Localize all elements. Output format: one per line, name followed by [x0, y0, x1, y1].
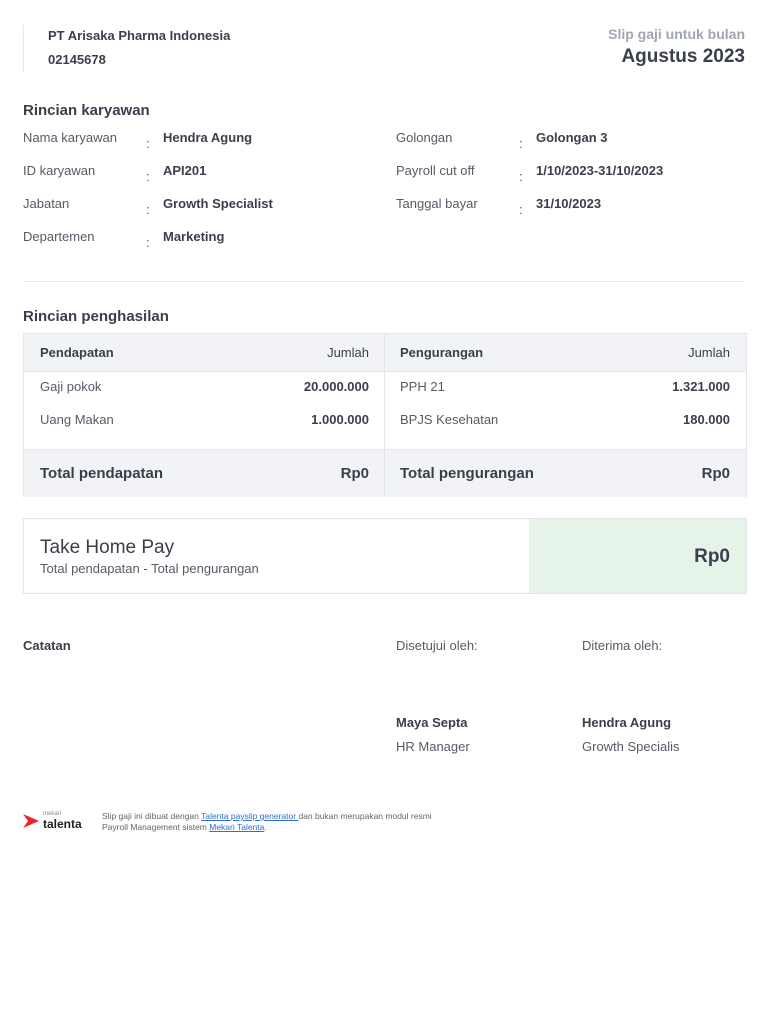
earning-amount: 20.000.000	[303, 379, 369, 394]
income-table: Pendapatan Jumlah Pengurangan Jumlah Gaj…	[23, 333, 747, 497]
field-label: Payroll cut off	[396, 163, 475, 178]
received-label: Diterima oleh:	[582, 638, 663, 653]
colon: :	[146, 136, 150, 151]
field-value: API201	[163, 163, 207, 178]
field-label: ID karyawan	[23, 163, 96, 178]
logo-text: talenta	[43, 817, 82, 831]
field-value: 31/10/2023	[536, 196, 602, 211]
field-value: 1/10/2023-31/10/2023	[536, 163, 664, 178]
employee-title: Rincian karyawan	[23, 102, 150, 119]
field-value: Growth Specialist	[163, 196, 273, 211]
total-earnings: Rp0	[340, 465, 369, 482]
field-label: Departemen	[23, 229, 95, 244]
colon: :	[519, 169, 523, 184]
footer-text-3: .	[264, 822, 267, 832]
field-label: Nama karyawan	[23, 130, 117, 145]
earning-amount: 1.000.000	[311, 412, 369, 427]
total-deductions-label: Total pengurangan	[400, 465, 534, 482]
section-divider	[23, 281, 745, 282]
arrow-logo-icon	[23, 814, 39, 828]
deductions-header: Pengurangan	[400, 345, 484, 360]
field-value: Marketing	[163, 229, 225, 244]
colon: :	[519, 202, 523, 217]
deduction-amount: 1.321.000	[672, 379, 730, 394]
income-title: Rincian penghasilan	[23, 308, 169, 325]
thp-amount: Rp0	[694, 546, 730, 567]
field-label: Tanggal bayar	[396, 196, 478, 211]
slip-period: Agustus 2023	[621, 46, 745, 67]
company-number: 02145678	[48, 52, 106, 67]
thp-title: Take Home Pay	[40, 537, 175, 558]
slip-label: Slip gaji untuk bulan	[608, 26, 745, 42]
thp-subtitle: Total pendapatan - Total pengurangan	[40, 561, 259, 576]
mekari-talenta-link[interactable]: Mekari Talenta	[209, 822, 264, 832]
field-label: Jabatan	[23, 196, 70, 211]
field-value: Golongan 3	[536, 130, 608, 145]
footer-text: Slip gaji ini dibuat dengan Talenta pays…	[102, 811, 452, 833]
earnings-amount-header: Jumlah	[327, 345, 369, 360]
deductions-amount-header: Jumlah	[688, 345, 730, 360]
footer-text-1: Slip gaji ini dibuat dengan	[102, 811, 202, 821]
colon: :	[146, 235, 150, 250]
notes-label: Catatan	[23, 638, 71, 653]
receiver-role: Growth Specialis	[582, 739, 680, 754]
colon: :	[146, 202, 150, 217]
field-label: Golongan	[396, 130, 453, 145]
earning-name: Gaji pokok	[40, 379, 102, 394]
company-name: PT Arisaka Pharma Indonesia	[48, 28, 231, 43]
colon: :	[146, 169, 150, 184]
approver-role: HR Manager	[396, 739, 470, 754]
total-earnings-label: Total pendapatan	[40, 465, 164, 482]
earnings-header: Pendapatan	[40, 345, 114, 360]
deduction-name: PPH 21	[400, 379, 445, 394]
field-value: Hendra Agung	[163, 130, 253, 145]
company-divider	[23, 25, 24, 73]
approved-label: Disetujui oleh:	[396, 638, 478, 653]
colon: :	[519, 136, 523, 151]
take-home-pay-box: Take Home Pay Total pendapatan - Total p…	[23, 518, 747, 594]
payslip-generator-link[interactable]: Talenta payslip generator	[201, 811, 298, 821]
total-deductions: Rp0	[701, 465, 730, 482]
deduction-amount: 180.000	[683, 412, 730, 427]
earning-name: Uang Makan	[40, 412, 114, 427]
approver-name: Maya Septa	[396, 715, 468, 730]
receiver-name: Hendra Agung	[582, 715, 672, 730]
deduction-name: BPJS Kesehatan	[400, 412, 499, 427]
